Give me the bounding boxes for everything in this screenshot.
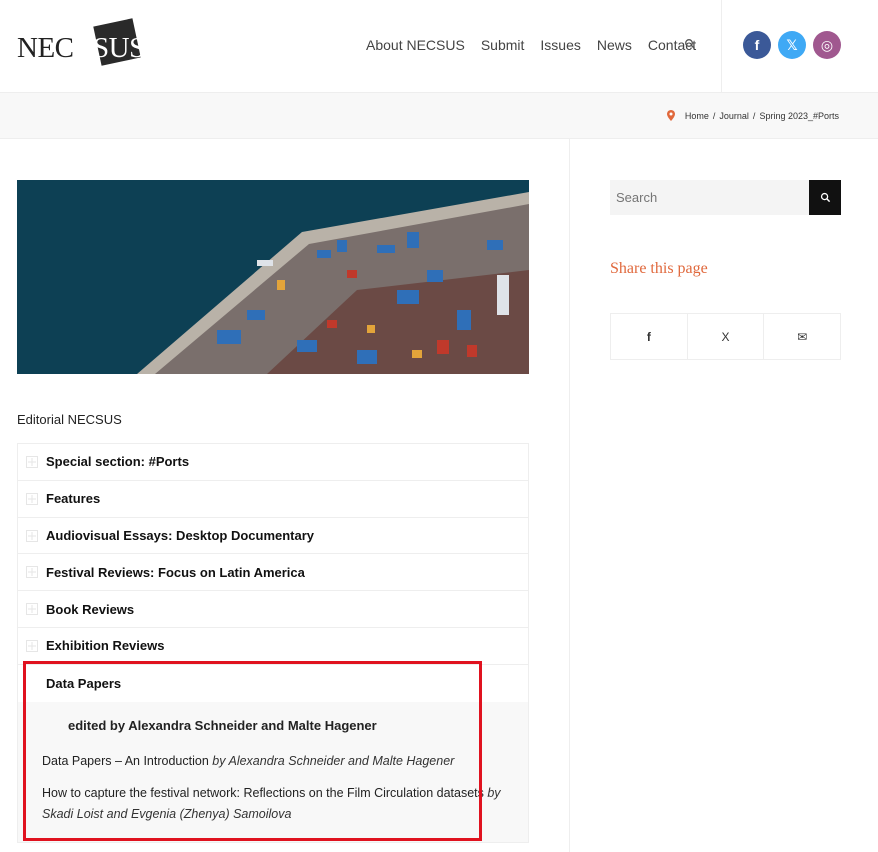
- accordion-item-label: Festival Reviews: Focus on Latin America: [46, 564, 305, 580]
- article-author: by Alexandra Schneider and Malte Hagener: [212, 753, 455, 768]
- nav-news[interactable]: News: [597, 37, 632, 53]
- accordion-item-label: Features: [46, 491, 101, 507]
- edited-by-line: edited by Alexandra Schneider and Malte …: [68, 717, 377, 733]
- accordion-item-label: Audiovisual Essays: Desktop Documentary: [46, 527, 315, 543]
- article-entry: How to capture the festival network: Ref…: [42, 783, 514, 825]
- accordion-item-label: Book Reviews: [46, 601, 135, 617]
- article-link[interactable]: Data Papers – An Introduction: [42, 754, 209, 768]
- accordion-item[interactable]: Book Reviews: [18, 591, 528, 628]
- accordion-item[interactable]: Audiovisual Essays: Desktop Documentary: [18, 518, 528, 555]
- logo-text: NEC: [17, 32, 74, 64]
- breadcrumb-bar: Home / Journal / Spring 2023_#Ports: [0, 93, 878, 139]
- breadcrumb-separator: /: [752, 110, 756, 121]
- expand-plus-icon: [26, 492, 38, 505]
- search-icon[interactable]: [684, 38, 696, 50]
- accordion-item[interactable]: Festival Reviews: Focus on Latin America: [18, 554, 528, 592]
- location-pin-icon: [666, 110, 675, 121]
- main-nav: About NECSUS Submit Issues News Contact: [366, 37, 712, 53]
- editorial-link[interactable]: Editorial NECSUS: [17, 412, 122, 427]
- header-divider: [721, 0, 722, 93]
- share-mail-icon[interactable]: ✉: [764, 314, 840, 359]
- expand-plus-icon: [26, 603, 38, 616]
- accordion-item[interactable]: Exhibition Reviews: [18, 628, 528, 665]
- nav-submit[interactable]: Submit: [481, 37, 525, 53]
- breadcrumb-home[interactable]: Home: [685, 111, 709, 121]
- share-buttons: f X ✉: [610, 313, 841, 360]
- search-icon: [820, 192, 830, 203]
- logo-inverted-text: SUS: [93, 32, 145, 64]
- nav-issues[interactable]: Issues: [540, 37, 580, 53]
- accordion-item-label: Exhibition Reviews: [46, 638, 165, 654]
- breadcrumb: Home / Journal / Spring 2023_#Ports: [666, 110, 839, 121]
- hero-port-image: [17, 180, 529, 374]
- nav-about[interactable]: About NECSUS: [366, 37, 465, 53]
- accordion-item-label: Data Papers: [46, 675, 122, 691]
- expand-plus-icon: [26, 639, 38, 652]
- accordion-item-data-papers[interactable]: Data Papers: [18, 665, 528, 702]
- search-button[interactable]: [809, 180, 841, 215]
- accordion-item[interactable]: Special section: #Ports: [18, 444, 528, 481]
- twitter-x-icon[interactable]: 𝕏: [778, 31, 806, 59]
- share-title: Share this page: [610, 260, 708, 277]
- article-link[interactable]: How to capture the festival network: Ref…: [42, 786, 484, 800]
- accordion-item-label: Special section: #Ports: [46, 454, 190, 470]
- accordion-item[interactable]: Features: [18, 481, 528, 518]
- expand-plus-icon: [26, 529, 38, 542]
- sidebar-search: [610, 180, 841, 215]
- share-facebook-icon[interactable]: f: [611, 314, 688, 359]
- breadcrumb-current: Spring 2023_#Ports: [759, 110, 839, 121]
- accordion-panel-data-papers: edited by Alexandra Schneider and Malte …: [18, 701, 528, 842]
- site-logo[interactable]: NEC SUS: [17, 18, 145, 70]
- site-header: NEC SUS About NECSUS Submit Issues News …: [0, 0, 878, 93]
- breadcrumb-separator: /: [712, 110, 716, 121]
- section-accordion: Special section: #Ports Features Audiovi…: [17, 443, 529, 843]
- breadcrumb-journal[interactable]: Journal: [719, 111, 749, 121]
- article-entry: Data Papers – An Introduction by Alexand…: [42, 751, 514, 772]
- share-x-icon[interactable]: X: [688, 314, 765, 359]
- expand-plus-icon: [26, 566, 38, 579]
- sidebar-divider: [569, 139, 570, 852]
- expand-plus-icon: [26, 456, 38, 468]
- search-input[interactable]: [610, 180, 809, 215]
- instagram-icon[interactable]: ◎: [813, 31, 841, 59]
- facebook-icon[interactable]: f: [743, 31, 771, 59]
